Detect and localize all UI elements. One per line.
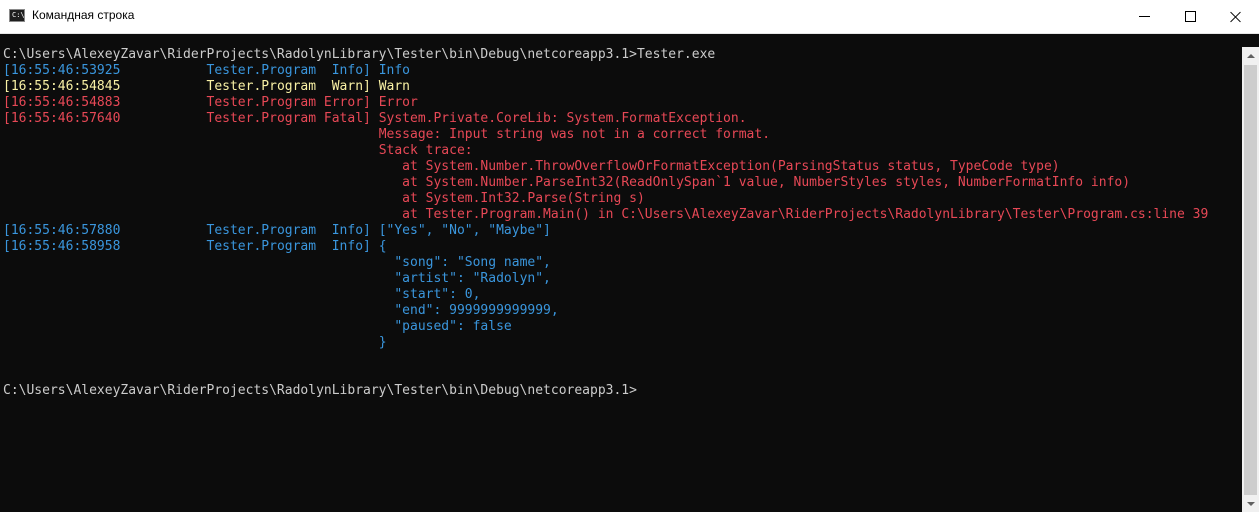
scroll-up-button[interactable]: [1242, 47, 1259, 64]
console-text: Warn: [378, 79, 410, 94]
console-line: [16:55:46:57880 Tester.Program Info] ["Y…: [3, 223, 551, 239]
console-text: ["Yes", "No", "Maybe"]: [378, 223, 551, 238]
console-line: "song": "Song name",: [3, 255, 551, 271]
console-line: }: [3, 335, 387, 351]
minimize-icon: [1138, 16, 1150, 17]
console-line: "paused": false: [3, 319, 512, 335]
console-text: at System.Number.ParseInt32(ReadOnlySpan…: [378, 175, 1131, 190]
console-text: [16:55:46:58958: [3, 239, 121, 254]
console-text: at Tester.Program.Main() in C:\Users\Ale…: [378, 207, 1209, 222]
console-line: [16:55:46:53925 Tester.Program Info] Inf…: [3, 63, 410, 79]
console-line: [16:55:46:54883 Tester.Program Error] Er…: [3, 95, 418, 111]
console-text: "song": "Song name",: [378, 255, 551, 270]
console-text: at System.Number.ThrowOverflowOrFormatEx…: [378, 159, 1060, 174]
chevron-down-icon: [1246, 501, 1255, 506]
console-line: [16:55:46:58958 Tester.Program Info] {: [3, 239, 387, 255]
console-line: at System.Number.ParseInt32(ReadOnlySpan…: [3, 175, 1130, 191]
console-text: "artist": "Radolyn",: [378, 271, 551, 286]
console-line: "end": 9999999999999,: [3, 303, 559, 319]
console-line: C:\Users\AlexeyZavar\RiderProjects\Radol…: [3, 383, 637, 399]
chevron-up-icon: [1246, 53, 1255, 58]
console-line: at System.Int32.Parse(String s): [3, 191, 645, 207]
close-button[interactable]: [1213, 0, 1259, 33]
console-text: Tester.Program Error]: [120, 95, 379, 110]
console-text: at System.Int32.Parse(String s): [378, 191, 645, 206]
console-text: }: [378, 335, 387, 350]
console-text: Tester.Program Fatal]: [120, 111, 379, 126]
console-window: C:\ Командная строка C:\Users\AlexeyZava…: [0, 0, 1259, 512]
maximize-icon: [1184, 11, 1196, 22]
minimize-button[interactable]: [1121, 0, 1167, 33]
console-text: Tester.Program Info]: [120, 223, 379, 238]
console-text: Stack trace:: [378, 143, 473, 158]
console-line: [16:55:46:57640 Tester.Program Fatal] Sy…: [3, 111, 747, 127]
command-prompt-icon[interactable]: C:\: [9, 9, 25, 22]
title-bar[interactable]: C:\ Командная строка: [0, 0, 1259, 34]
console-text: Message: Input string was not in a corre…: [378, 127, 771, 142]
vertical-scrollbar[interactable]: [1242, 47, 1259, 512]
close-icon: [1230, 11, 1242, 23]
console-line: "start": 0,: [3, 287, 480, 303]
console-line: at Tester.Program.Main() in C:\Users\Ale…: [3, 207, 1208, 223]
console-line: Message: Input string was not in a corre…: [3, 127, 770, 143]
console-text: Tester.Program Info]: [120, 63, 379, 78]
scroll-thumb[interactable]: [1244, 65, 1257, 495]
console-text: C:\Users\AlexeyZavar\RiderProjects\Radol…: [3, 47, 716, 62]
console-output[interactable]: C:\Users\AlexeyZavar\RiderProjects\Radol…: [0, 47, 1241, 512]
console-text: [16:55:46:53925: [3, 63, 121, 78]
console-text: [16:55:46:57880: [3, 223, 121, 238]
window-title: Командная строка: [32, 8, 135, 22]
console-line: C:\Users\AlexeyZavar\RiderProjects\Radol…: [3, 47, 715, 63]
console-text: "end": 9999999999999,: [378, 303, 559, 318]
console-text: System.Private.CoreLib: System.FormatExc…: [378, 111, 747, 126]
console-line: "artist": "Radolyn",: [3, 271, 551, 287]
console-text: Info: [378, 63, 410, 78]
console-text: Error: [378, 95, 418, 110]
maximize-button[interactable]: [1167, 0, 1213, 33]
console-line: [16:55:46:54845 Tester.Program Warn] War…: [3, 79, 410, 95]
console-text: Tester.Program Info]: [120, 239, 379, 254]
scroll-down-button[interactable]: [1242, 495, 1259, 512]
console-text: [16:55:46:54883: [3, 95, 121, 110]
console-text: "paused": false: [378, 319, 512, 334]
console-text: Tester.Program Warn]: [120, 79, 379, 94]
console-line: Stack trace:: [3, 143, 473, 159]
console-text: [16:55:46:54845: [3, 79, 121, 94]
console-line: at System.Number.ThrowOverflowOrFormatEx…: [3, 159, 1060, 175]
console-text: "start": 0,: [378, 287, 481, 302]
console-text: C:\Users\AlexeyZavar\RiderProjects\Radol…: [3, 383, 637, 398]
console-text: {: [378, 239, 387, 254]
console-text: [16:55:46:57640: [3, 111, 121, 126]
